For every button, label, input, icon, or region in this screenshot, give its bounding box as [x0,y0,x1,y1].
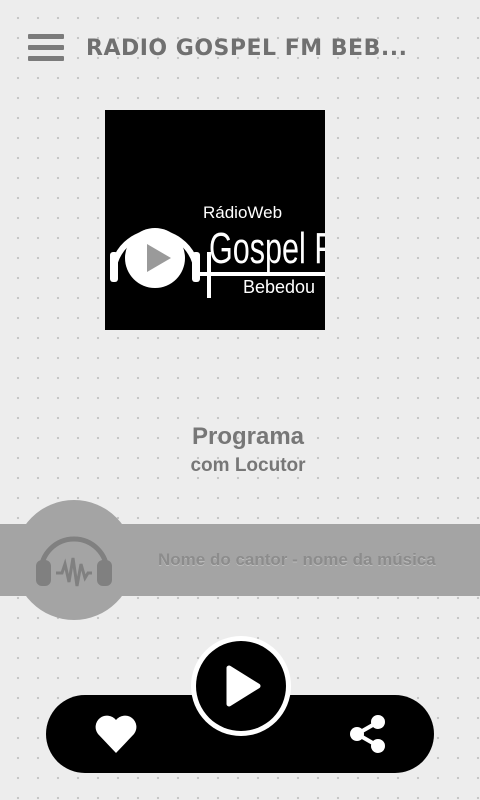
heart-icon [95,715,137,753]
menu-bar [28,34,64,39]
menu-bar [28,45,64,50]
logo-small-text: RádioWeb [203,203,282,222]
now-playing-track: Nome do cantor - nome da música [158,550,436,569]
program-host: com Locutor [190,455,306,476]
app-title: RADIO GOSPEL FM BEB... [86,36,406,61]
headphones-icon [36,536,112,587]
menu-bar [28,56,64,61]
play-icon [226,665,261,707]
station-logo: RádioWeb Gospel F Bebedou [105,110,325,330]
now-playing-badge [14,500,134,620]
program-name: Programa [191,423,305,450]
share-button[interactable] [344,710,392,758]
logo-city-text: Bebedou [243,277,315,297]
share-icon [350,715,385,753]
play-button[interactable] [196,641,286,731]
favorite-button[interactable] [92,710,140,758]
menu-button[interactable] [28,34,64,64]
logo-big-text: Gospel F [209,224,325,273]
